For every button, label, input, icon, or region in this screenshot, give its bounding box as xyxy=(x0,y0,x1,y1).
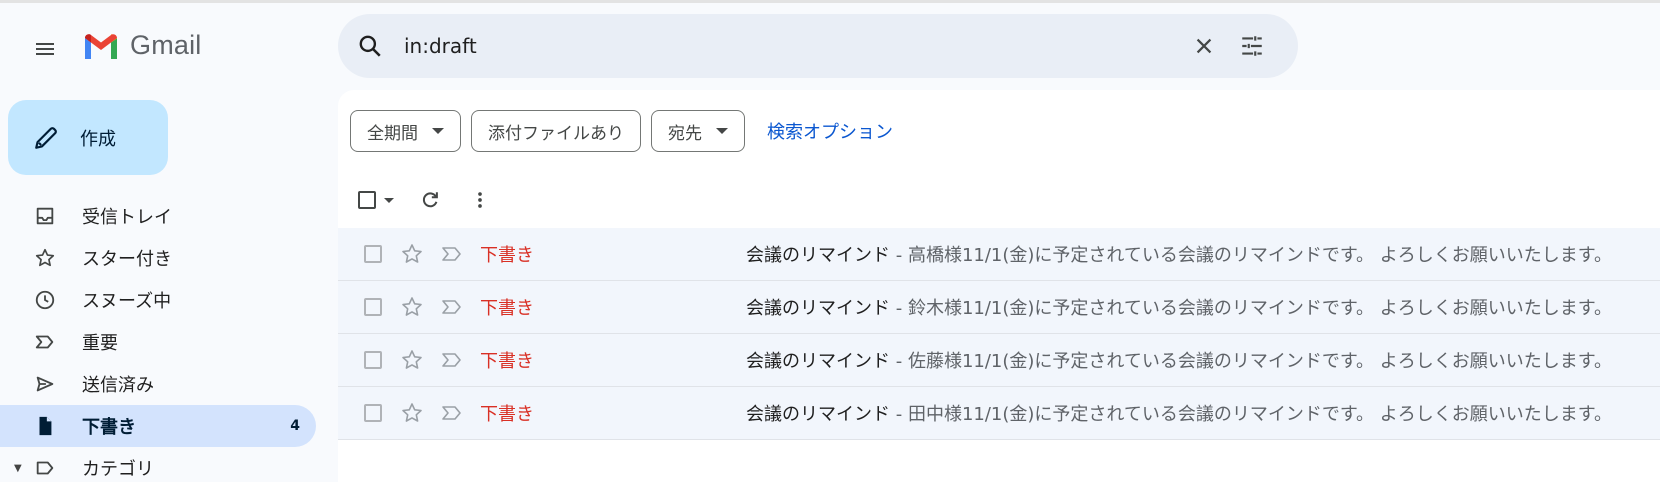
chip-label: 全期間 xyxy=(367,123,418,144)
chevron-down-icon[interactable] xyxy=(384,197,394,203)
important-icon xyxy=(30,327,60,357)
message-snippet: - 佐藤様11/1(金)に予定されている会議のリマインドです。 よろしくお願いい… xyxy=(890,351,1612,372)
important-icon[interactable] xyxy=(440,242,464,266)
message-list: 下書き 会議のリマインド - 高橋様11/1(金)に予定されている会議のリマイン… xyxy=(338,228,1660,440)
compose-button[interactable]: 作成 xyxy=(8,100,168,175)
star-icon[interactable] xyxy=(400,348,424,372)
row-checkbox[interactable] xyxy=(364,351,382,369)
advanced-search-link[interactable]: 検索オプション xyxy=(767,118,893,144)
clock-icon xyxy=(30,285,60,315)
recipient-filter-chip[interactable]: 宛先 xyxy=(651,110,745,152)
sidebar-item-important[interactable]: 重要 xyxy=(0,321,316,363)
star-icon[interactable] xyxy=(400,401,424,425)
sidebar-item-categories[interactable]: ▼ カテゴリ xyxy=(0,447,316,482)
dropdown-arrow-icon xyxy=(716,128,728,134)
main-panel: 全期間 添付ファイルあり 宛先 検索オプション 下書き 会議のリマインド - 高… xyxy=(338,90,1660,482)
tune-icon xyxy=(1242,36,1262,56)
compose-label: 作成 xyxy=(80,128,116,150)
select-all-checkbox[interactable] xyxy=(352,180,400,220)
expand-caret-icon[interactable]: ▼ xyxy=(14,463,22,474)
message-subject: 会議のリマインド xyxy=(746,245,890,266)
more-vert-icon xyxy=(478,192,482,208)
top-border xyxy=(0,0,1660,3)
inbox-icon xyxy=(30,201,60,231)
message-row[interactable]: 下書き 会議のリマインド - 高橋様11/1(金)に予定されている会議のリマイン… xyxy=(338,228,1660,281)
draft-label: 下書き xyxy=(480,245,534,266)
message-subject-snippet: 会議のリマインド - 佐藤様11/1(金)に予定されている会議のリマインドです。… xyxy=(746,347,1612,373)
search-bar xyxy=(338,14,1298,78)
sidebar-item-snoozed[interactable]: スヌーズ中 xyxy=(0,279,316,321)
message-snippet: - 高橋様11/1(金)に予定されている会議のリマインドです。 よろしくお願いい… xyxy=(890,245,1612,266)
sidebar-nav: 受信トレイ スター付き スヌーズ中 重要 送信済み 下書き 4 ▼ カテゴリ xyxy=(0,195,318,482)
close-icon xyxy=(1196,38,1212,54)
search-icon[interactable] xyxy=(350,26,390,66)
message-snippet: - 田中様11/1(金)に予定されている会議のリマインドです。 よろしくお願いい… xyxy=(890,404,1612,425)
sidebar-item-label: スヌーズ中 xyxy=(82,291,172,312)
sidebar-item-sent[interactable]: 送信済み xyxy=(0,363,316,405)
message-row[interactable]: 下書き 会議のリマインド - 田中様11/1(金)に予定されている会議のリマイン… xyxy=(338,387,1660,440)
dropdown-arrow-icon xyxy=(432,128,444,134)
important-icon[interactable] xyxy=(440,348,464,372)
chip-label: 宛先 xyxy=(668,123,702,144)
sidebar-item-drafts[interactable]: 下書き 4 xyxy=(0,405,316,447)
important-icon[interactable] xyxy=(440,401,464,425)
sidebar-item-label: 重要 xyxy=(82,333,118,354)
main-menu-button[interactable] xyxy=(22,26,68,72)
attachment-filter-chip[interactable]: 添付ファイルあり xyxy=(471,110,641,152)
draft-icon xyxy=(30,411,60,441)
draft-label: 下書き xyxy=(480,351,534,372)
clear-search-button[interactable] xyxy=(1184,26,1224,66)
message-row[interactable]: 下書き 会議のリマインド - 鈴木様11/1(金)に予定されている会議のリマイン… xyxy=(338,281,1660,334)
star-icon[interactable] xyxy=(400,242,424,266)
draft-label: 下書き xyxy=(480,298,534,319)
list-toolbar xyxy=(352,180,500,220)
gmail-logo[interactable]: Gmail xyxy=(82,30,202,61)
draft-label: 下書き xyxy=(480,404,534,425)
refresh-icon xyxy=(422,192,438,208)
search-input[interactable] xyxy=(404,34,1164,58)
sidebar-item-label: 送信済み xyxy=(82,375,154,396)
sidebar-item-label: スター付き xyxy=(82,249,172,270)
app-name: Gmail xyxy=(130,30,202,60)
message-subject: 会議のリマインド xyxy=(746,351,890,372)
drafts-count-badge: 4 xyxy=(290,418,300,434)
search-options-button[interactable] xyxy=(1232,26,1272,66)
label-icon xyxy=(30,453,60,482)
sidebar-item-inbox[interactable]: 受信トレイ xyxy=(0,195,316,237)
sidebar-item-label: 受信トレイ xyxy=(82,207,172,228)
sidebar-item-label: 下書き xyxy=(82,417,136,438)
more-options-button[interactable] xyxy=(460,180,500,220)
message-subject-snippet: 会議のリマインド - 鈴木様11/1(金)に予定されている会議のリマインドです。… xyxy=(746,294,1612,320)
message-subject-snippet: 会議のリマインド - 高橋様11/1(金)に予定されている会議のリマインドです。… xyxy=(746,241,1612,267)
star-icon xyxy=(30,243,60,273)
chip-label: 添付ファイルあり xyxy=(488,123,624,144)
refresh-button[interactable] xyxy=(410,180,450,220)
message-subject-snippet: 会議のリマインド - 田中様11/1(金)に予定されている会議のリマインドです。… xyxy=(746,400,1612,426)
sidebar-item-starred[interactable]: スター付き xyxy=(0,237,316,279)
important-icon[interactable] xyxy=(440,295,464,319)
gmail-m-icon xyxy=(85,33,117,59)
filter-chips: 全期間 添付ファイルあり 宛先 検索オプション xyxy=(350,110,893,152)
star-icon[interactable] xyxy=(400,295,424,319)
row-checkbox[interactable] xyxy=(364,404,382,422)
sidebar-item-label: カテゴリ xyxy=(82,459,154,480)
checkbox-icon xyxy=(358,191,376,209)
hamburger-icon xyxy=(36,43,54,55)
row-checkbox[interactable] xyxy=(364,298,382,316)
message-subject: 会議のリマインド xyxy=(746,298,890,319)
send-icon xyxy=(30,369,60,399)
row-checkbox[interactable] xyxy=(364,245,382,263)
pencil-icon xyxy=(32,124,60,152)
date-filter-chip[interactable]: 全期間 xyxy=(350,110,461,152)
message-row[interactable]: 下書き 会議のリマインド - 佐藤様11/1(金)に予定されている会議のリマイン… xyxy=(338,334,1660,387)
message-snippet: - 鈴木様11/1(金)に予定されている会議のリマインドです。 よろしくお願いい… xyxy=(890,298,1612,319)
message-subject: 会議のリマインド xyxy=(746,404,890,425)
